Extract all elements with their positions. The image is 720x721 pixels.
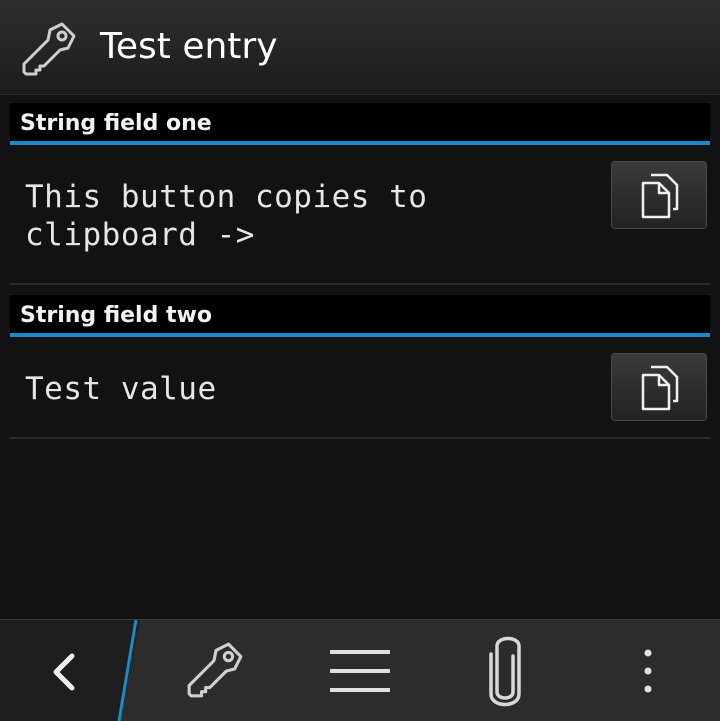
divider — [10, 283, 710, 285]
key-action-button[interactable] — [170, 620, 260, 721]
paperclip-icon — [489, 636, 521, 707]
title-bar: Test entry — [0, 0, 720, 95]
field-label: String field two — [20, 303, 212, 328]
attach-button[interactable] — [460, 620, 550, 721]
copy-icon — [641, 365, 679, 411]
overflow-menu-icon — [644, 649, 652, 693]
back-divider — [117, 620, 138, 721]
menu-button[interactable] — [315, 620, 405, 721]
copy-icon — [641, 173, 679, 219]
key-icon — [187, 642, 243, 698]
field-header-one: String field one — [10, 103, 710, 145]
field-header-two: String field two — [10, 295, 710, 337]
page-title: Test entry — [100, 26, 278, 67]
action-bar — [0, 619, 720, 721]
copy-button-two[interactable] — [611, 353, 707, 421]
field-value-one: This button copies to clipboard -> — [25, 179, 428, 253]
divider — [10, 437, 710, 439]
copy-button-one[interactable] — [611, 161, 707, 229]
field-value-two: Test value — [25, 371, 217, 407]
menu-icon — [330, 650, 390, 692]
field-label: String field one — [20, 111, 212, 136]
key-icon — [22, 22, 76, 76]
overflow-menu-button[interactable] — [620, 620, 676, 721]
